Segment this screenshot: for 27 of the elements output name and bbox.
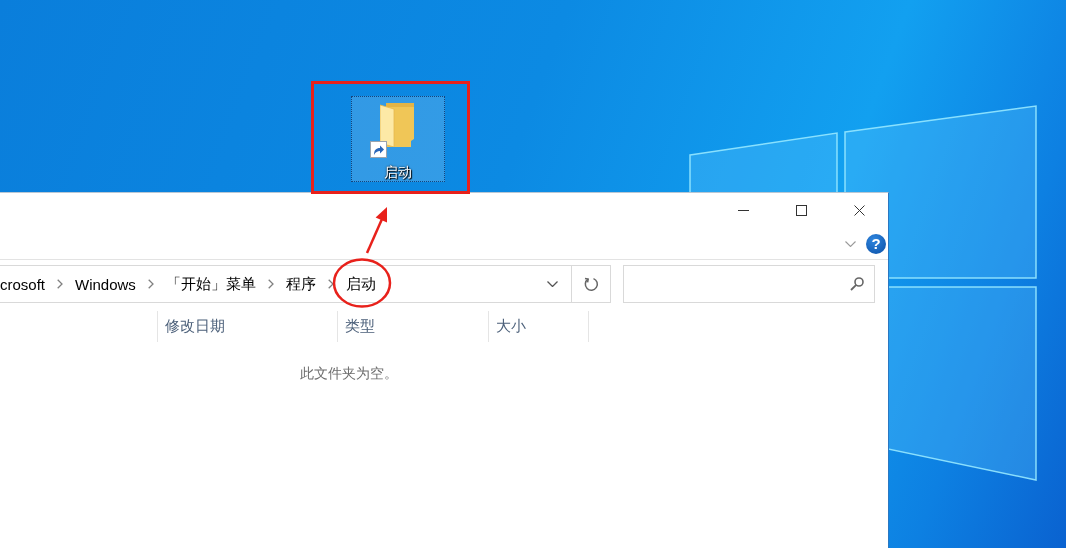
breadcrumb-item[interactable]: Windows bbox=[70, 266, 141, 302]
chevron-right-icon[interactable] bbox=[147, 279, 154, 289]
column-header[interactable]: 大小 bbox=[488, 311, 589, 342]
breadcrumb-item[interactable]: 启动 bbox=[340, 266, 381, 302]
chevron-right-icon[interactable] bbox=[57, 279, 63, 289]
close-icon bbox=[853, 205, 865, 216]
empty-folder-message: 此文件夹为空。 bbox=[300, 365, 398, 381]
breadcrumb-item[interactable]: 程序 bbox=[280, 266, 321, 302]
search-icon bbox=[850, 277, 864, 291]
folder-icon bbox=[380, 103, 416, 147]
refresh-icon bbox=[583, 276, 599, 292]
chevron-right-icon[interactable] bbox=[267, 279, 274, 289]
chevron-down-icon bbox=[546, 281, 558, 287]
chevron-right-icon[interactable] bbox=[327, 279, 334, 289]
chevron-down-icon bbox=[844, 240, 856, 247]
minimize-icon bbox=[737, 210, 749, 211]
column-header[interactable]: 类型 bbox=[337, 311, 488, 342]
highlight-circle bbox=[332, 258, 392, 308]
column-header[interactable]: 修改日期 bbox=[157, 311, 337, 342]
maximize-icon bbox=[795, 205, 807, 216]
breadcrumb-item[interactable]: 「开始」菜单 bbox=[160, 266, 261, 302]
breadcrumb-item[interactable]: crosoft bbox=[0, 266, 50, 302]
address-bar[interactable]: crosoft Windows 「开始」菜单 程序 启动 bbox=[0, 265, 572, 303]
annotation-arrow bbox=[365, 207, 387, 254]
help-button[interactable]: ? bbox=[866, 233, 886, 254]
refresh-button[interactable] bbox=[572, 265, 611, 303]
search-field[interactable] bbox=[623, 265, 875, 303]
